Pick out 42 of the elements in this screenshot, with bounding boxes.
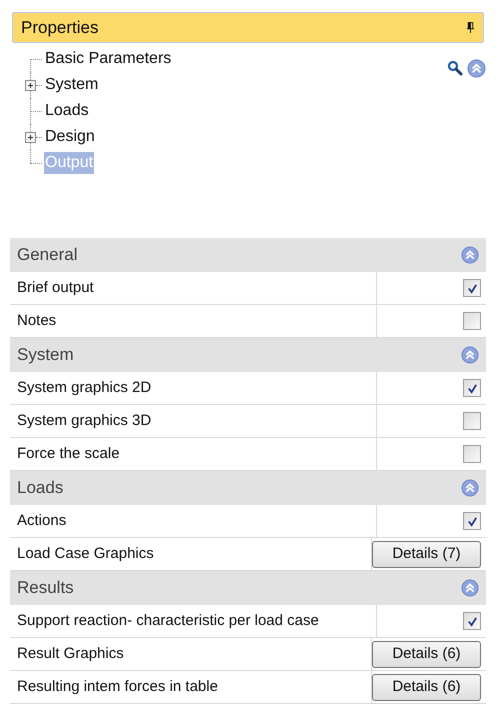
details-button[interactable]: Details (6) xyxy=(372,674,481,700)
checkbox[interactable] xyxy=(463,512,481,530)
collapse-icon[interactable] xyxy=(467,59,486,78)
collapse-icon[interactable] xyxy=(461,579,479,597)
details-button[interactable]: Details (7) xyxy=(372,540,481,568)
tree-item[interactable]: Basic Parameters xyxy=(44,48,172,70)
section-title: System xyxy=(17,344,74,366)
property-label: Brief output xyxy=(17,278,94,298)
checkbox[interactable] xyxy=(463,612,481,630)
checkbox[interactable] xyxy=(463,312,481,330)
property-label: Support reaction- characteristic per load case xyxy=(17,610,319,631)
details-button[interactable]: Details (6) xyxy=(372,640,481,668)
checkbox[interactable] xyxy=(463,412,481,430)
section-title: Results xyxy=(17,577,74,600)
expand-icon[interactable] xyxy=(25,132,36,142)
collapse-icon[interactable] xyxy=(461,346,479,364)
tree-item[interactable]: System xyxy=(44,74,100,96)
property-label: Notes xyxy=(17,310,56,331)
pin-icon[interactable] xyxy=(466,21,475,34)
checkbox[interactable] xyxy=(463,445,481,463)
search-icon[interactable] xyxy=(447,60,463,76)
checkmark-icon xyxy=(466,516,478,526)
collapse-icon[interactable] xyxy=(461,246,479,264)
property-label: Force the scale xyxy=(17,444,120,464)
section-title: Loads xyxy=(17,477,64,500)
property-label: System graphics 2D xyxy=(17,378,152,398)
checkbox[interactable] xyxy=(463,279,481,297)
panel-title: Properties xyxy=(21,16,98,39)
checkbox[interactable] xyxy=(463,379,481,397)
property-label: Resulting intem forces in table xyxy=(17,676,218,697)
section-title: General xyxy=(17,244,78,266)
checkmark-icon xyxy=(466,282,478,294)
tree-item[interactable]: Design xyxy=(44,126,96,148)
property-label: Result Graphics xyxy=(17,644,124,664)
tree-item[interactable]: Loads xyxy=(44,100,90,122)
property-label: System graphics 3D xyxy=(17,410,152,431)
collapse-icon[interactable] xyxy=(461,479,479,497)
expand-icon[interactable] xyxy=(25,80,36,90)
property-label: Load Case Graphics xyxy=(17,544,154,564)
checkmark-icon xyxy=(466,616,478,626)
property-label: Actions xyxy=(17,510,66,531)
checkmark-icon xyxy=(466,382,478,394)
